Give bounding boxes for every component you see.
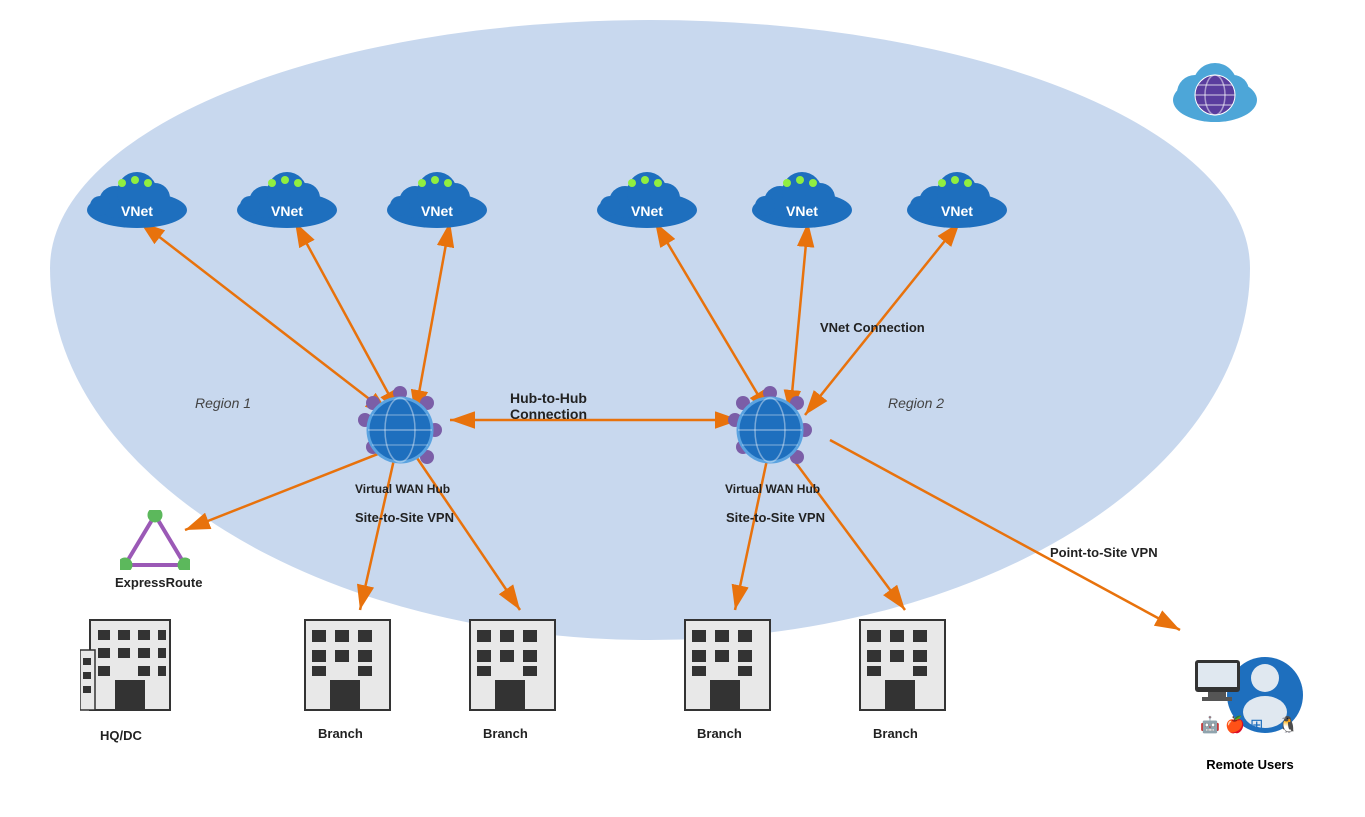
vnet3-cloud: VNet (380, 148, 495, 233)
remote-users-icon: 🤖 🍎 ⊞ 🐧 Remote Users (1190, 640, 1310, 772)
branch2-label: Branch (483, 726, 528, 741)
expressroute-label: ExpressRoute (115, 575, 202, 590)
branch3-building (680, 610, 775, 725)
hqdc-building (80, 600, 180, 725)
svg-text:🐧: 🐧 (1278, 715, 1298, 734)
expressroute-icon (120, 510, 190, 575)
svg-text:🍎: 🍎 (1225, 715, 1245, 734)
azure-globe-icon (1165, 45, 1265, 130)
svg-text:VNet: VNet (941, 203, 973, 219)
branch4-building (855, 610, 950, 725)
remote-users-label: Remote Users (1190, 757, 1310, 772)
branch4-label: Branch (873, 726, 918, 741)
point-to-site-vpn-label: Point-to-Site VPN (1050, 545, 1158, 560)
region1-label: Region 1 (195, 395, 251, 411)
branch2-building (465, 610, 560, 725)
hqdc-label: HQ/DC (100, 728, 142, 743)
branch1-building (300, 610, 395, 725)
vnet1-cloud: VNet (80, 148, 195, 233)
region2-label: Region 2 (888, 395, 944, 411)
vnet4-cloud: VNet (590, 148, 705, 233)
svg-text:🤖: 🤖 (1200, 715, 1220, 734)
svg-text:VNet: VNet (121, 203, 153, 219)
hub2-icon (725, 385, 815, 480)
svg-text:VNet: VNet (631, 203, 663, 219)
vnet-connection-label: VNet Connection (820, 320, 925, 335)
hub-to-hub-label: Hub-to-HubConnection (510, 390, 587, 422)
diagram-container: VNet VNet VNet (0, 0, 1365, 817)
svg-text:VNet: VNet (786, 203, 818, 219)
site-to-site-vpn-right-label: Site-to-Site VPN (726, 510, 825, 525)
hub1-label: Virtual WAN Hub (355, 482, 450, 496)
svg-text:⊞: ⊞ (1250, 717, 1263, 734)
hub1-icon (355, 385, 445, 480)
hub2-label: Virtual WAN Hub (725, 482, 820, 496)
svg-text:VNet: VNet (421, 203, 453, 219)
vnet5-cloud: VNet (745, 148, 860, 233)
svg-text:VNet: VNet (271, 203, 303, 219)
branch1-label: Branch (318, 726, 363, 741)
vnet2-cloud: VNet (230, 148, 345, 233)
site-to-site-vpn-left-label: Site-to-Site VPN (355, 510, 454, 525)
vnet6-cloud: VNet (900, 148, 1015, 233)
branch3-label: Branch (697, 726, 742, 741)
